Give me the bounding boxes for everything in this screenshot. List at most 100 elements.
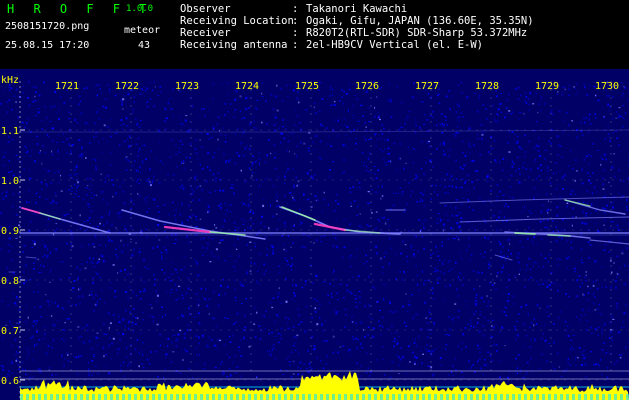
noise-speck — [161, 269, 163, 271]
noise-speck — [566, 368, 568, 370]
noise-speck — [568, 295, 570, 297]
noise-speck — [11, 259, 13, 262]
noise-speck — [120, 124, 122, 126]
noise-speck — [416, 275, 419, 277]
noise-speck — [444, 204, 447, 207]
noise-speck — [399, 187, 402, 189]
noise-speck — [335, 219, 337, 222]
noise-speck — [380, 197, 382, 200]
noise-speck — [15, 304, 17, 306]
noise-speck — [618, 169, 620, 172]
noise-speck — [470, 322, 472, 324]
noise-speck — [47, 345, 50, 348]
noise-speck — [616, 224, 619, 226]
noise-speck — [474, 310, 477, 313]
noise-speck — [35, 323, 37, 325]
noise-speck — [67, 318, 70, 320]
noise-speck — [277, 176, 279, 179]
noise-speck — [255, 179, 258, 181]
noise-speck — [212, 156, 215, 159]
noise-speck — [171, 97, 173, 99]
noise-speck — [60, 174, 61, 177]
noise-speck — [163, 262, 165, 264]
noise-speck — [502, 158, 505, 160]
noise-speck — [583, 357, 586, 360]
noise-speck — [623, 283, 626, 285]
noise-speck — [506, 299, 509, 302]
noise-speck — [8, 250, 11, 252]
noise-speck — [376, 96, 378, 98]
noise-speck — [576, 92, 579, 94]
noise-speck — [235, 260, 237, 262]
noise-speck — [361, 152, 364, 154]
noise-speck — [319, 81, 322, 84]
noise-speck — [536, 304, 539, 307]
noise-speck — [56, 141, 58, 144]
noise-speck — [234, 355, 236, 357]
noise-speck — [179, 147, 181, 149]
noise-speck — [560, 376, 563, 378]
noise-speck — [329, 282, 331, 285]
noise-speck — [73, 174, 76, 176]
noise-speck — [357, 205, 359, 207]
noise-speck — [421, 141, 423, 143]
noise-speck — [78, 95, 81, 98]
noise-speck — [334, 308, 336, 311]
noise-speck — [477, 317, 480, 319]
noise-speck — [413, 355, 416, 358]
noise-speck — [477, 344, 479, 347]
noise-speck — [25, 305, 27, 307]
noise-speck — [58, 109, 60, 112]
noise-speck — [335, 237, 337, 240]
noise-speck — [260, 92, 263, 95]
noise-speck — [479, 285, 481, 287]
noise-speck — [322, 367, 325, 369]
noise-speck — [293, 299, 295, 302]
noise-speck — [73, 196, 76, 198]
noise-speck — [592, 368, 595, 370]
noise-speck — [542, 204, 545, 207]
noise-speck — [45, 183, 48, 186]
noise-speck — [125, 356, 128, 358]
noise-speck — [481, 131, 483, 134]
noise-speck — [297, 308, 300, 310]
noise-speck — [621, 325, 622, 328]
noise-speck — [450, 95, 453, 97]
noise-speck — [290, 268, 293, 271]
noise-speck — [356, 248, 359, 250]
noise-speck — [458, 105, 460, 108]
noise-speck — [17, 158, 19, 160]
noise-speck — [556, 258, 558, 260]
noise-speck — [171, 341, 173, 344]
noise-speck — [95, 271, 97, 274]
noise-speck — [80, 112, 83, 115]
noise-speck — [496, 95, 498, 98]
noise-speck — [165, 354, 167, 357]
noise-speck — [440, 271, 442, 273]
noise-speck — [92, 158, 95, 160]
noise-speck — [448, 260, 451, 262]
noise-speck — [227, 93, 229, 95]
noise-speck — [406, 260, 408, 263]
noise-speck — [603, 169, 606, 171]
noise-speck — [382, 358, 384, 360]
noise-speck — [126, 125, 129, 127]
noise-speck — [319, 110, 321, 113]
noise-speck — [79, 227, 82, 230]
noise-speck — [143, 288, 146, 290]
noise-speck — [164, 107, 166, 110]
noise-speck — [86, 261, 89, 263]
noise-speck — [202, 254, 204, 256]
noise-speck — [326, 143, 329, 145]
noise-speck — [274, 186, 276, 188]
noise-speck — [368, 138, 370, 140]
baseline-marker — [152, 394, 155, 400]
noise-speck — [447, 334, 451, 337]
noise-speck — [498, 360, 501, 362]
noise-speck — [600, 156, 602, 159]
noise-speck — [124, 228, 127, 230]
noise-speck — [401, 193, 403, 196]
noise-speck — [132, 308, 135, 310]
noise-speck — [54, 324, 56, 327]
noise-speck — [84, 230, 86, 233]
